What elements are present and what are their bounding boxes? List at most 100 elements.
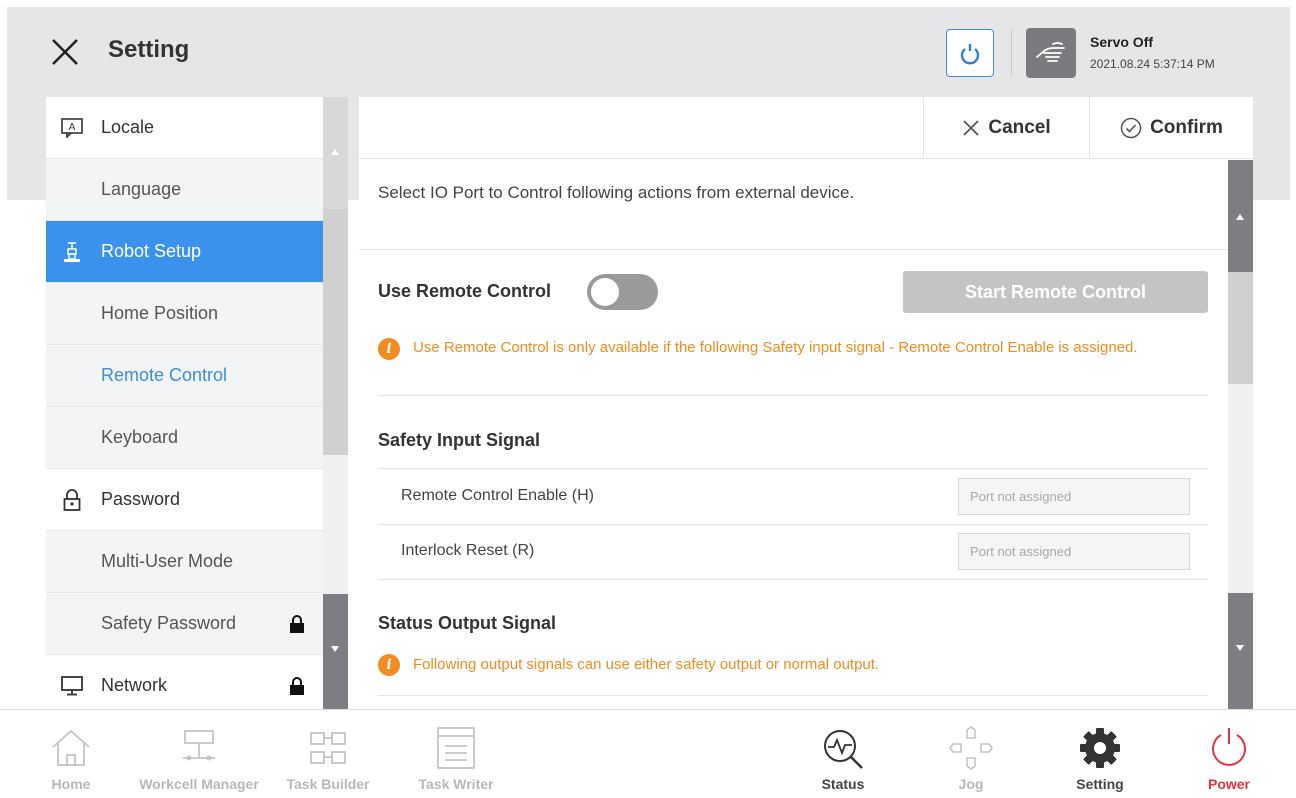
remote-control-enable-port[interactable]: Port not assigned <box>958 478 1190 515</box>
hand-icon <box>1036 42 1065 62</box>
scroll-thumb[interactable] <box>1228 272 1253 384</box>
start-remote-control-button[interactable]: Start Remote Control <box>903 271 1208 313</box>
cancel-label: Cancel <box>988 117 1051 138</box>
panel-toolbar: Cancel Confirm <box>359 97 1253 159</box>
nav-label: Home <box>51 776 91 792</box>
divider <box>378 524 1208 525</box>
interlock-reset-port[interactable]: Port not assigned <box>958 533 1190 570</box>
robot-icon <box>61 241 83 263</box>
sidebar-item-label: Password <box>101 489 181 509</box>
sidebar-item-remote-control[interactable]: Remote Control <box>46 345 323 407</box>
panel-scrollbar[interactable] <box>1228 160 1253 709</box>
confirm-label: Confirm <box>1150 117 1223 138</box>
lock-icon <box>61 488 83 511</box>
cancel-button[interactable]: Cancel <box>923 97 1089 159</box>
info-icon: i <box>378 338 400 360</box>
scroll-down-button[interactable] <box>1228 593 1253 709</box>
divider <box>378 695 1208 696</box>
sidebar-item-label: Multi-User Mode <box>101 551 234 571</box>
status-icon <box>820 726 866 770</box>
status-output-title: Status Output Signal <box>378 613 556 633</box>
sidebar-item-network[interactable]: Network <box>46 655 323 709</box>
info-icon: i <box>378 654 400 676</box>
nav-workcell-manager[interactable]: Workcell Manager <box>134 710 264 798</box>
rotate-icon <box>960 44 980 65</box>
sidebar-item-label: Safety Password <box>101 613 237 633</box>
sidebar-item-label: Robot Setup <box>101 241 202 261</box>
power-icon <box>1206 726 1252 770</box>
close-icon <box>963 120 979 136</box>
sidebar-item-robot-setup[interactable]: Robot Setup <box>46 221 323 283</box>
sidebar-item-multi-user-mode[interactable]: Multi-User Mode <box>46 531 323 593</box>
lock-icon <box>290 614 304 633</box>
header-divider <box>1011 30 1012 76</box>
nav-label: Status <box>821 776 865 792</box>
nav-setting[interactable]: Setting <box>1064 710 1136 798</box>
nav-label: Task Builder <box>286 776 370 792</box>
nav-power[interactable]: Power <box>1196 710 1262 798</box>
nav-label: Workcell Manager <box>139 776 259 792</box>
panel-description: Select IO Port to Control following acti… <box>378 183 855 202</box>
nav-jog[interactable]: Jog <box>936 710 1006 798</box>
jog-icon <box>948 726 994 770</box>
nav-home[interactable]: Home <box>40 710 102 798</box>
sidebar-item-label: Locale <box>101 117 155 137</box>
arrow-up-icon <box>331 149 339 155</box>
bottom-navigation: Home Workcell Manager Task Builder Task … <box>0 709 1296 798</box>
use-remote-control-toggle[interactable] <box>587 274 658 310</box>
sidebar-item-password[interactable]: Password <box>46 469 323 531</box>
sidebar-item-home-position[interactable]: Home Position <box>46 283 323 345</box>
sidebar-scrollbar[interactable] <box>323 97 348 709</box>
scroll-up-button[interactable] <box>1228 160 1253 272</box>
close-icon <box>52 39 78 65</box>
workcell-icon <box>176 726 222 770</box>
confirm-button[interactable]: Confirm <box>1089 97 1253 159</box>
divider <box>378 468 1208 469</box>
scroll-thumb[interactable] <box>323 209 348 455</box>
datetime: 2021.08.24 5:37:14 PM <box>1090 57 1215 71</box>
divider <box>378 579 1208 580</box>
use-remote-control-label: Use Remote Control <box>378 281 552 301</box>
task-writer-icon <box>433 726 479 770</box>
monitor-icon <box>61 675 83 697</box>
sidebar-item-language[interactable]: Language <box>46 159 323 221</box>
nav-label: Jog <box>958 776 984 792</box>
app-window: Setting Servo Off 2021.08.24 5:37:14 PM … <box>0 0 1296 798</box>
close-button[interactable] <box>50 37 80 67</box>
divider <box>359 249 1228 250</box>
sidebar-item-label: Keyboard <box>101 427 179 447</box>
scroll-up-button[interactable] <box>323 97 348 209</box>
arrow-down-icon <box>331 646 339 652</box>
interlock-reset-label: Interlock Reset (R) <box>401 542 535 559</box>
home-icon <box>48 726 94 770</box>
locale-icon: A <box>61 117 83 139</box>
nav-label: Task Writer <box>418 776 494 792</box>
divider <box>378 395 1208 396</box>
nav-task-builder[interactable]: Task Builder <box>280 710 376 798</box>
sidebar-item-keyboard[interactable]: Keyboard <box>46 407 323 469</box>
remote-control-warning: Use Remote Control is only available if … <box>413 339 1138 356</box>
nav-label: Setting <box>1076 776 1124 792</box>
settings-sidebar: A Locale Language Robot Setup Home Posit… <box>46 97 323 709</box>
sidebar-item-locale[interactable]: A Locale <box>46 97 323 159</box>
remote-control-enable-label: Remote Control Enable (H) <box>401 487 594 504</box>
servo-button[interactable] <box>1026 28 1076 78</box>
gear-icon <box>1077 726 1123 770</box>
check-circle-icon <box>1120 117 1142 139</box>
reset-button[interactable] <box>946 29 994 77</box>
nav-task-writer[interactable]: Task Writer <box>408 710 504 798</box>
task-builder-icon <box>305 726 351 770</box>
svg-text:A: A <box>69 122 76 133</box>
sidebar-item-label: Remote Control <box>101 365 228 385</box>
status-output-warning: Following output signals can use either … <box>413 656 880 673</box>
sidebar-item-label: Language <box>101 179 182 199</box>
nav-label: Power <box>1207 776 1250 792</box>
servo-status: Servo Off <box>1090 34 1154 50</box>
nav-status[interactable]: Status <box>808 710 878 798</box>
scroll-down-button[interactable] <box>323 594 348 709</box>
sidebar-item-safety-password[interactable]: Safety Password <box>46 593 323 655</box>
safety-input-title: Safety Input Signal <box>378 430 541 450</box>
remote-control-panel: Cancel Confirm Select IO Port to Control… <box>359 97 1253 709</box>
toggle-knob <box>591 278 619 306</box>
sidebar-item-label: Network <box>101 675 168 695</box>
